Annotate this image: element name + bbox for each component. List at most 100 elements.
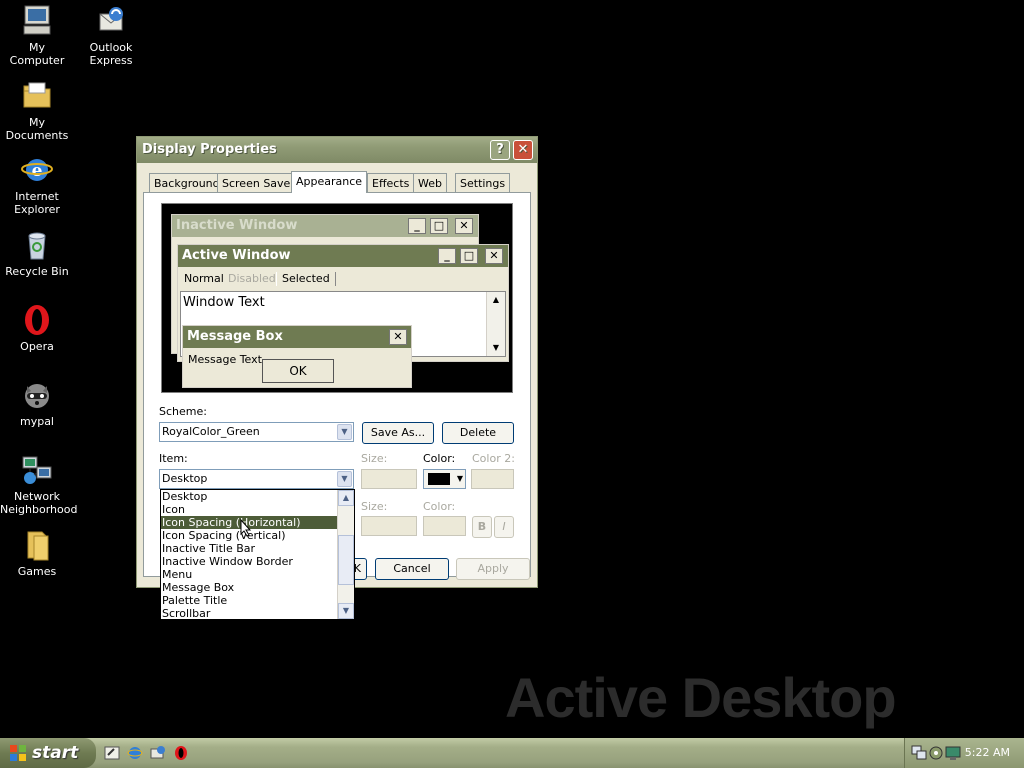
start-button[interactable]: start xyxy=(0,738,96,768)
preview-scrollbar: ▲ ▼ xyxy=(486,292,505,356)
close-button[interactable]: ✕ xyxy=(513,140,533,160)
desktop-icon-label: Internet Explorer xyxy=(14,190,60,216)
delete-button[interactable]: Delete xyxy=(442,422,514,444)
desktop-icon-mypal[interactable]: mypal xyxy=(0,378,74,428)
outlook-express-icon xyxy=(94,4,128,38)
list-item[interactable]: Inactive Title Bar xyxy=(161,542,354,555)
desktop-icon-label: Network Neighborhood xyxy=(0,490,78,516)
item-select[interactable]: Desktop ▼ xyxy=(159,469,354,489)
internet-explorer-icon: e xyxy=(20,153,54,187)
size-spinner[interactable] xyxy=(361,469,417,489)
preview-active-title-bar: Active Window _ □ ✕ xyxy=(178,245,508,267)
message-box-title-bar: Message Box ✕ xyxy=(183,326,411,348)
list-item[interactable]: Icon xyxy=(161,503,354,516)
internet-explorer-icon[interactable] xyxy=(127,745,143,761)
scheme-label: Scheme: xyxy=(159,405,207,418)
tab-web[interactable]: Web xyxy=(413,173,447,192)
list-item[interactable]: Message Box xyxy=(161,581,354,594)
opera-icon xyxy=(20,303,54,337)
tray-icon-network[interactable] xyxy=(911,745,927,761)
close-icon: ✕ xyxy=(485,248,503,264)
font-size-label: Size: xyxy=(361,500,388,513)
computer-icon xyxy=(20,4,54,38)
scheme-select[interactable]: RoyalColor_Green ▼ xyxy=(159,422,354,442)
opera-icon[interactable] xyxy=(173,745,189,761)
list-item[interactable]: Menu xyxy=(161,568,354,581)
font-color-picker[interactable] xyxy=(423,516,466,536)
desktop-icon-label: Games xyxy=(17,565,57,578)
tab-background[interactable]: Background xyxy=(149,173,225,192)
desktop-icon-opera[interactable]: Opera xyxy=(0,303,74,353)
preview-message-box: Message Box ✕ Message Text OK xyxy=(182,325,412,388)
desktop-icon-label: My Documents xyxy=(5,116,69,142)
tab-settings[interactable]: Settings xyxy=(455,173,511,192)
appearance-preview: Inactive Window _ □ ✕ Active Window _ □ … xyxy=(161,203,513,393)
message-box-title: Message Box xyxy=(187,329,283,344)
active-desktop-branding: Active DesktopTM xyxy=(505,666,908,748)
dropdown-scrollbar[interactable]: ▲ ▼ xyxy=(337,490,354,619)
list-item[interactable]: Inactive Window Border xyxy=(161,555,354,568)
chevron-down-icon: ▼ xyxy=(337,424,352,440)
mouse-cursor-icon xyxy=(240,519,252,537)
bold-button[interactable]: B xyxy=(472,516,492,538)
list-item[interactable]: Scrollbar xyxy=(161,607,354,619)
chevron-down-icon: ▼ xyxy=(337,471,352,487)
desktop-icon-internet-explorer[interactable]: e Internet Explorer xyxy=(0,153,74,216)
raccoon-icon xyxy=(20,378,54,412)
dialog-title-bar[interactable]: Display Properties ? ✕ xyxy=(137,137,537,163)
desktop-icon-label: mypal xyxy=(19,415,54,428)
size-label: Size: xyxy=(361,452,388,465)
color-swatch xyxy=(428,473,450,485)
cancel-button[interactable]: Cancel xyxy=(375,558,449,580)
close-icon: ✕ xyxy=(389,329,407,345)
apply-button[interactable]: Apply xyxy=(456,558,530,580)
show-desktop-icon[interactable] xyxy=(104,745,120,761)
tray-icon-settings[interactable] xyxy=(928,745,944,761)
message-text: Message Text xyxy=(188,353,262,366)
item-dropdown-list[interactable]: Desktop Icon Icon Spacing (Horizontal) I… xyxy=(160,489,355,620)
italic-button[interactable]: I xyxy=(494,516,514,538)
item-label: Item: xyxy=(159,452,188,465)
scroll-down-icon: ▼ xyxy=(492,343,500,352)
tray-icon-display[interactable] xyxy=(945,745,961,761)
preview-inactive-title-bar: Inactive Window _ □ ✕ xyxy=(172,215,478,237)
minimize-icon: _ xyxy=(408,218,426,234)
scroll-down-icon[interactable]: ▼ xyxy=(338,603,354,619)
scroll-up-icon: ▲ xyxy=(492,295,500,304)
item-value: Desktop xyxy=(162,472,208,485)
desktop-icon-recycle-bin[interactable]: Recycle Bin xyxy=(0,228,74,278)
font-size-select[interactable] xyxy=(361,516,417,536)
desktop-icon-my-computer[interactable]: My Computer xyxy=(0,4,74,67)
system-tray: 5:22 AM xyxy=(904,738,1024,768)
color2-picker[interactable] xyxy=(471,469,514,489)
help-button[interactable]: ? xyxy=(490,140,510,160)
windows-logo-icon xyxy=(10,745,26,761)
save-as-button[interactable]: Save As... xyxy=(362,422,434,444)
desktop-icon-my-documents[interactable]: My Documents xyxy=(0,79,74,142)
maximize-icon: □ xyxy=(430,218,448,234)
tab-appearance[interactable]: Appearance xyxy=(291,171,368,193)
taskbar: start 5:22 AM xyxy=(0,738,1024,768)
tab-screen-saver[interactable]: Screen Saver xyxy=(217,173,300,192)
list-item[interactable]: Palette Title xyxy=(161,594,354,607)
color-picker[interactable]: ▼ xyxy=(423,469,466,489)
desktop-icon-label: Opera xyxy=(20,340,54,353)
desktop-icon-label: Recycle Bin xyxy=(5,265,69,278)
desktop-icon-network-neighborhood[interactable]: Network Neighborhood xyxy=(0,453,78,516)
folder-icon xyxy=(20,528,54,562)
scroll-up-icon[interactable]: ▲ xyxy=(338,490,354,506)
dialog-title: Display Properties xyxy=(142,142,277,157)
tab-effects[interactable]: Effects xyxy=(367,173,415,192)
desktop-icon-games[interactable]: Games xyxy=(0,528,74,578)
scroll-thumb[interactable] xyxy=(338,535,354,585)
desktop-icon-outlook-express[interactable]: Outlook Express xyxy=(74,4,148,67)
list-item[interactable]: Icon Spacing (Vertical) xyxy=(161,529,354,542)
folder-icon xyxy=(20,79,54,113)
color-label: Color: xyxy=(423,452,456,465)
list-item[interactable]: Desktop xyxy=(161,490,354,503)
outlook-express-icon[interactable] xyxy=(150,745,166,761)
color2-label: Color 2: xyxy=(472,452,515,465)
branding-text: Active Desktop xyxy=(505,666,897,729)
clock: 5:22 AM xyxy=(964,746,1010,759)
start-label: start xyxy=(32,743,79,763)
